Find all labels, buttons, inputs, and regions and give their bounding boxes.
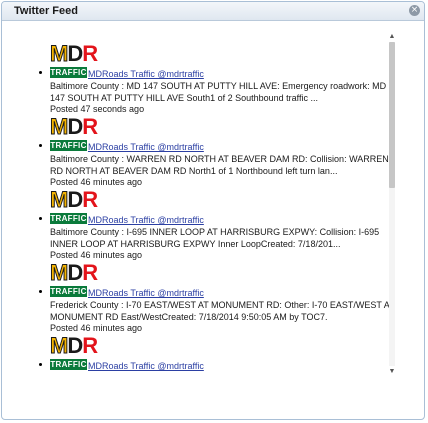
logo-letter-d: D [67, 187, 83, 212]
mdr-traffic-logo[interactable]: MDR TRAFFIC [49, 186, 98, 224]
mdr-traffic-logo[interactable]: MDR TRAFFIC [49, 332, 98, 370]
logo-letter-m: M [49, 333, 68, 359]
logo-traffic-label: TRAFFIC [50, 359, 87, 370]
bullet-icon [39, 290, 42, 293]
close-icon[interactable]: × [409, 5, 420, 16]
logo-letters: MDR [49, 332, 98, 359]
logo-letter-r: R [82, 114, 98, 139]
tweet-handle-link[interactable]: MDRoads Traffic @mdrtraffic [88, 69, 204, 79]
logo-letter-m: M [49, 41, 68, 67]
logo-letters: MDR [49, 113, 98, 140]
list-item: MDR TRAFFIC MDRoads Traffic @mdrtraffic Fre… [39, 254, 398, 333]
tweet-handle-link[interactable]: MDRoads Traffic @mdrtraffic [88, 215, 204, 225]
window-title: Twitter Feed [14, 5, 78, 17]
scroll-up-icon[interactable]: ▲ [388, 32, 396, 41]
bullet-icon [39, 363, 42, 366]
tweet-text: Frederick County : I-70 EAST/WEST AT MON… [50, 300, 395, 322]
logo-letters: MDR [49, 40, 98, 67]
scroll-thumb[interactable] [389, 42, 395, 188]
logo-letter-d: D [67, 114, 83, 139]
twitter-feed-window: Twitter Feed × MDR TRAFFIC MDRoads Traffic… [1, 1, 425, 420]
tweet-handle-link[interactable]: MDRoads Traffic @mdrtraffic [88, 288, 204, 298]
tweet-handle-link[interactable]: MDRoads Traffic @mdrtraffic [88, 142, 204, 152]
logo-traffic-label: TRAFFIC [50, 286, 87, 297]
tweet-handle-link[interactable]: MDRoads Traffic @mdrtraffic [88, 361, 204, 371]
logo-traffic-label: TRAFFIC [50, 67, 87, 78]
logo-letter-d: D [67, 41, 83, 66]
logo-letters: MDR [49, 259, 98, 286]
list-item: MDR TRAFFIC MDRoads Traffic @mdrtraffic [39, 327, 398, 375]
bullet-icon [39, 217, 42, 220]
bullet-icon [39, 71, 42, 74]
logo-letter-d: D [67, 260, 83, 285]
bullet-icon [39, 144, 42, 147]
tweet-text: Baltimore County : WARREN RD NORTH AT BE… [50, 154, 389, 176]
tweet-text: Baltimore County : I-695 INNER LOOP AT H… [50, 227, 380, 249]
logo-letter-m: M [49, 187, 68, 213]
vertical-scrollbar[interactable]: ▲ ▼ [388, 32, 396, 376]
logo-traffic-label: TRAFFIC [50, 140, 87, 151]
list-item: MDR TRAFFIC MDRoads Traffic @mdrtraffic Bal… [39, 181, 398, 260]
logo-letter-r: R [82, 187, 98, 212]
feed-scroll-area[interactable]: MDR TRAFFIC MDRoads Traffic @mdrtraffic Bal… [39, 35, 398, 375]
scroll-track[interactable] [389, 42, 395, 366]
list-item: MDR TRAFFIC MDRoads Traffic @mdrtraffic Bal… [39, 35, 398, 114]
logo-letter-d: D [67, 333, 83, 358]
scroll-down-icon[interactable]: ▼ [388, 367, 396, 376]
logo-letters: MDR [49, 186, 98, 213]
logo-letter-r: R [82, 41, 98, 66]
logo-letter-m: M [49, 260, 68, 286]
mdr-traffic-logo[interactable]: MDR TRAFFIC [49, 40, 98, 78]
title-bar: Twitter Feed × [2, 2, 424, 21]
list-item: MDR TRAFFIC MDRoads Traffic @mdrtraffic Bal… [39, 108, 398, 187]
logo-traffic-label: TRAFFIC [50, 213, 87, 224]
mdr-traffic-logo[interactable]: MDR TRAFFIC [49, 113, 98, 151]
tweet-list: MDR TRAFFIC MDRoads Traffic @mdrtraffic Bal… [39, 35, 398, 375]
mdr-traffic-logo[interactable]: MDR TRAFFIC [49, 259, 98, 297]
logo-letter-r: R [82, 333, 98, 358]
logo-letter-r: R [82, 260, 98, 285]
tweet-text: Baltimore County : MD 147 SOUTH AT PUTTY… [50, 81, 387, 103]
logo-letter-m: M [49, 114, 68, 140]
